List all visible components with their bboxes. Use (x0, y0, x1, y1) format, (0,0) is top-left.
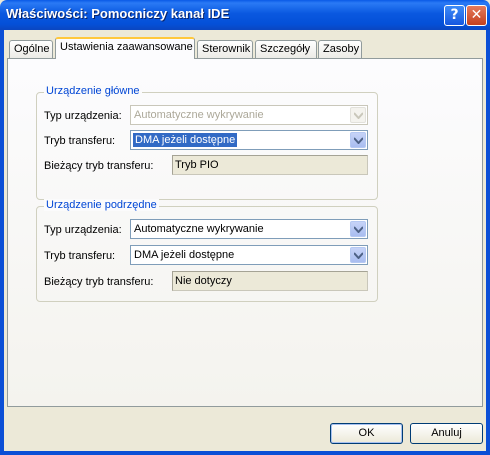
secondary-device-type-select[interactable]: Automatyczne wykrywanie (130, 219, 368, 239)
primary-transfer-mode-select[interactable]: DMA jeżeli dostępne (130, 130, 368, 150)
tab-details[interactable]: Szczegóły (255, 40, 317, 58)
tab-resources[interactable]: Zasoby (318, 40, 362, 58)
help-button[interactable]: ? (444, 5, 465, 26)
tab-general[interactable]: Ogólne (9, 40, 53, 58)
window-frame-bottom (0, 451, 490, 455)
secondary-transfer-mode-select[interactable]: DMA jeżeli dostępne (130, 245, 368, 265)
secondary-device-title: Urządzenie podrzędne (44, 199, 159, 211)
secondary-current-mode-field: Nie dotyczy (172, 271, 368, 291)
tab-driver[interactable]: Sterownik (197, 40, 253, 58)
chevron-down-icon[interactable] (350, 221, 366, 237)
primary-current-mode-label: Bieżący tryb transferu: (44, 160, 154, 172)
secondary-current-mode-label: Bieżący tryb transferu: (44, 276, 154, 288)
primary-device-type-value: Automatyczne wykrywanie (134, 109, 264, 121)
primary-device-type-label: Typ urządzenia: (44, 110, 122, 122)
secondary-transfer-mode-value: DMA jeżeli dostępne (134, 249, 235, 261)
window-frame-right (486, 30, 490, 455)
close-button[interactable]: ✕ (466, 5, 487, 26)
tab-advanced-settings[interactable]: Ustawienia zaawansowane (55, 37, 195, 59)
primary-transfer-mode-label: Tryb transferu: (44, 135, 116, 147)
window-title: Właściwości: Pomocniczy kanał IDE (6, 6, 230, 21)
window-frame-left (0, 30, 4, 455)
chevron-down-icon (350, 107, 366, 123)
secondary-device-type-value: Automatyczne wykrywanie (134, 223, 264, 235)
title-bar[interactable]: Właściwości: Pomocniczy kanał IDE ? ✕ (0, 0, 490, 30)
chevron-down-icon[interactable] (350, 132, 366, 148)
primary-device-type-select: Automatyczne wykrywanie (130, 105, 368, 125)
properties-dialog: Właściwości: Pomocniczy kanał IDE ? ✕ Og… (0, 0, 490, 455)
secondary-transfer-mode-label: Tryb transferu: (44, 250, 116, 262)
secondary-device-type-label: Typ urządzenia: (44, 224, 122, 236)
primary-current-mode-value: Tryb PIO (175, 159, 219, 171)
primary-device-title: Urządzenie główne (44, 85, 142, 97)
primary-transfer-mode-value: DMA jeżeli dostępne (133, 133, 238, 147)
secondary-current-mode-value: Nie dotyczy (175, 275, 232, 287)
cancel-button[interactable]: Anuluj (410, 423, 483, 444)
ok-button[interactable]: OK (330, 423, 403, 444)
primary-current-mode-field: Tryb PIO (172, 155, 368, 175)
chevron-down-icon[interactable] (350, 247, 366, 263)
